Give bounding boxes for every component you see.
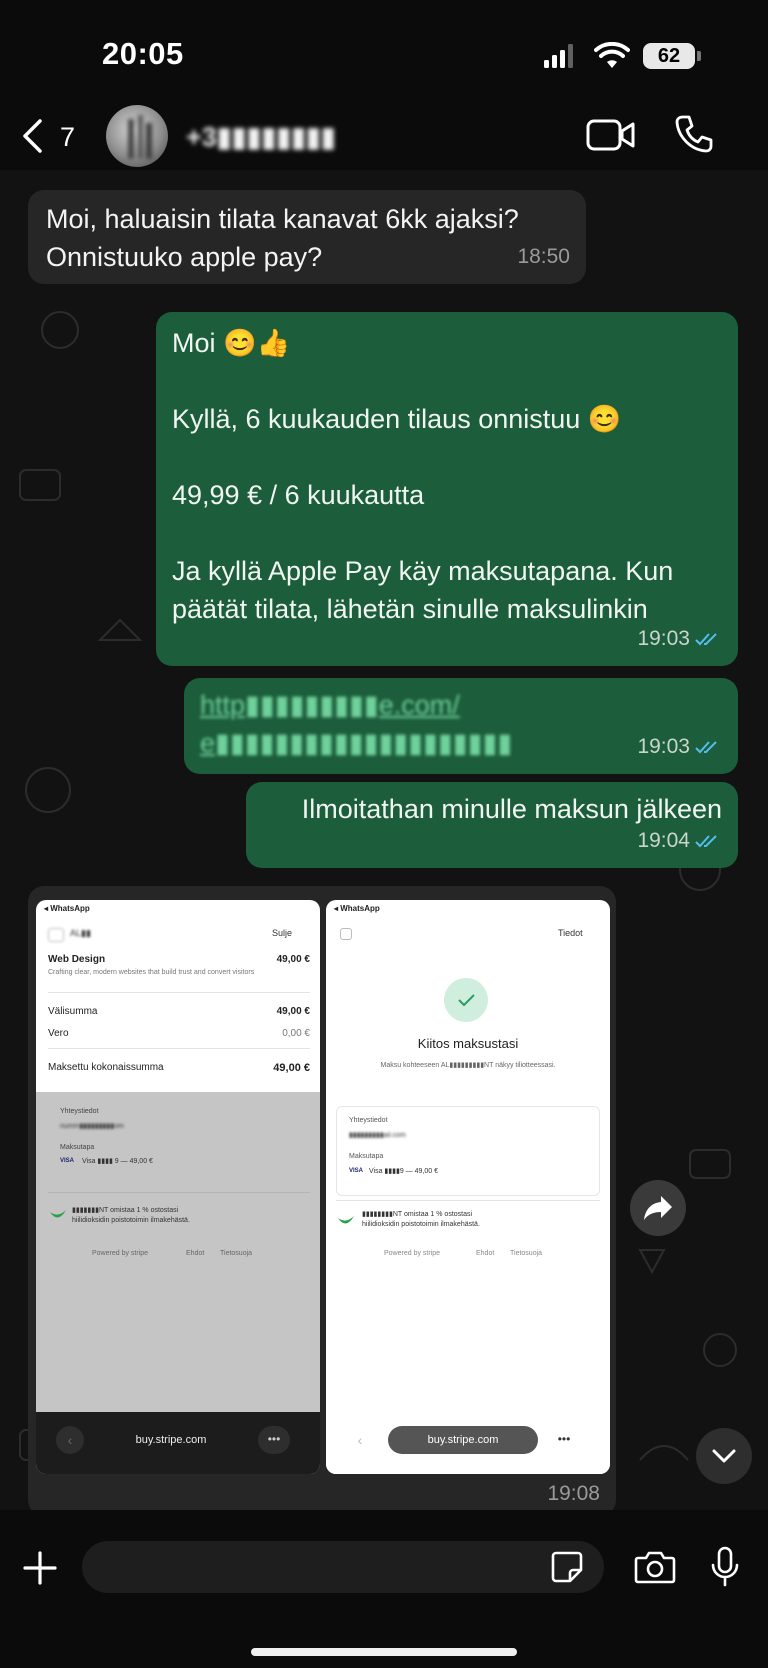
camera-icon[interactable] bbox=[634, 1548, 676, 1586]
browser-back-icon: ‹ bbox=[56, 1426, 84, 1454]
message-text: Moi, haluaisin tilata kanavat 6kk ajaksi… bbox=[46, 204, 519, 234]
tax-value: 0,00 € bbox=[282, 1028, 310, 1039]
browser-bar: ‹ buy.stripe.com ••• bbox=[326, 1412, 610, 1474]
dimmed-overlay: Yhteystiedot numm▮▮▮▮▮▮▮▮▮om Maksutapa V… bbox=[36, 1092, 320, 1412]
browser-back-icon: ‹ bbox=[357, 1432, 363, 1448]
contact-value: numm▮▮▮▮▮▮▮▮▮om bbox=[60, 1123, 124, 1130]
avatar[interactable] bbox=[106, 105, 168, 167]
message-time: 18:50 bbox=[517, 245, 570, 268]
merchant-name: AL▮▮ bbox=[70, 928, 91, 938]
message-time: 19:03 bbox=[637, 735, 690, 758]
message-text bbox=[172, 438, 722, 476]
forward-button[interactable] bbox=[630, 1180, 686, 1236]
message-outgoing[interactable]: Ilmoitathan minulle maksun jälkeen 19:04 bbox=[246, 782, 738, 868]
subtotal-value: 49,00 € bbox=[276, 1006, 310, 1017]
browser-url: buy.stripe.com bbox=[96, 1426, 246, 1454]
item-price: 49,00 € bbox=[276, 954, 310, 965]
read-ticks-icon bbox=[695, 835, 717, 848]
contact-name[interactable]: +3▮▮▮▮▮▮▮▮ bbox=[186, 122, 336, 153]
thanks-text: Maksu kohteeseen AL▮▮▮▮▮▮▮▮▮NT näkyy til… bbox=[380, 1062, 556, 1069]
leaf-icon bbox=[50, 1210, 66, 1218]
forward-icon bbox=[644, 1196, 672, 1220]
total-label: Maksettu kokonaissumma bbox=[48, 1062, 164, 1073]
message-time: 19:03 bbox=[637, 627, 690, 650]
tax-label: Vero bbox=[48, 1028, 69, 1039]
back-chevron-icon[interactable] bbox=[20, 118, 44, 154]
terms-link: Ehdot bbox=[186, 1250, 205, 1257]
plus-icon[interactable] bbox=[22, 1550, 58, 1586]
browser-more-icon: ••• bbox=[258, 1426, 290, 1454]
message-incoming[interactable]: Moi, haluaisin tilata kanavat 6kk ajaksi… bbox=[28, 190, 586, 284]
microphone-icon[interactable] bbox=[710, 1546, 740, 1588]
video-call-icon[interactable] bbox=[586, 118, 636, 152]
message-text: 49,99 € / 6 kuukautta bbox=[172, 480, 425, 510]
home-indicator bbox=[251, 1648, 517, 1656]
payment-details-box: Yhteystiedot ▮▮▮▮▮▮▮▮▮ail.com Maksutapa … bbox=[336, 1106, 600, 1196]
visa-icon: VISA bbox=[349, 1168, 364, 1174]
climate-text: ▮▮▮▮▮▮▮▮NT omistaa 1 % ostostasi bbox=[362, 1211, 473, 1218]
scroll-to-bottom-button[interactable] bbox=[696, 1428, 752, 1484]
status-time: 20:05 bbox=[102, 36, 184, 71]
back-unread-count[interactable]: 7 bbox=[60, 122, 75, 153]
leaf-icon bbox=[338, 1216, 354, 1224]
message-text bbox=[172, 362, 722, 400]
card-value: Visa ▮▮▮▮ 9 — 49,00 € bbox=[82, 1158, 153, 1165]
thanks-title: Kiitos maksustasi bbox=[417, 1036, 519, 1051]
screenshot-receipt[interactable]: ◂ WhatsApp AL▮▮ Sulje Web Design 49,00 €… bbox=[36, 900, 320, 1474]
browser-url: buy.stripe.com bbox=[388, 1426, 538, 1454]
close-link: Sulje bbox=[272, 928, 293, 938]
battery-indicator: 62 bbox=[643, 43, 695, 69]
climate-text-2: hiilidioksidin poistotoimin ilmakehästä. bbox=[72, 1217, 190, 1224]
success-check-icon bbox=[444, 978, 488, 1022]
method-label: Maksutapa bbox=[349, 1153, 384, 1160]
screenshot-status: ◂ WhatsApp bbox=[334, 904, 380, 913]
cellular-signal-icon bbox=[544, 44, 576, 68]
item-name: Web Design bbox=[48, 954, 106, 965]
terms-link: Ehdot bbox=[476, 1250, 495, 1257]
subtotal-label: Välisumma bbox=[48, 1006, 98, 1017]
privacy-link: Tietosuoja bbox=[510, 1250, 543, 1257]
chevron-down-icon bbox=[712, 1449, 736, 1463]
screenshot-status: ◂ WhatsApp bbox=[44, 904, 90, 913]
contact-value: ▮▮▮▮▮▮▮▮▮ail.com bbox=[349, 1132, 406, 1139]
message-outgoing-link[interactable]: http▮▮▮▮▮▮▮▮▮e.com/ e▮▮▮▮▮▮▮▮▮▮▮▮▮▮▮▮▮▮▮… bbox=[184, 678, 738, 774]
phone-icon[interactable] bbox=[674, 114, 714, 154]
message-text: Kyllä, 6 kuukauden tilaus onnistuu 😊 bbox=[172, 404, 622, 434]
powered-by-stripe: Powered by stripe bbox=[92, 1250, 149, 1257]
message-text bbox=[172, 514, 722, 552]
read-ticks-icon bbox=[695, 633, 717, 646]
message-time: 19:04 bbox=[637, 829, 690, 852]
merchant-logo bbox=[340, 928, 352, 940]
browser-bar: ‹ buy.stripe.com ••• bbox=[36, 1412, 320, 1474]
method-label: Maksutapa bbox=[60, 1144, 95, 1151]
wifi-icon bbox=[594, 42, 630, 68]
browser-more-icon: ••• bbox=[557, 1432, 571, 1446]
privacy-link: Tietosuoja bbox=[220, 1250, 253, 1257]
merchant-logo bbox=[48, 928, 64, 942]
message-text: Onnistuuko apple pay? bbox=[46, 242, 323, 272]
contact-label: Yhteystiedot bbox=[60, 1108, 99, 1115]
sticker-icon[interactable] bbox=[550, 1550, 584, 1584]
contact-label: Yhteystiedot bbox=[349, 1117, 388, 1124]
climate-text-2: hiilidioksidin poistotoimin ilmakehästä. bbox=[362, 1221, 480, 1228]
climate-text: ▮▮▮▮▮▮▮NT omistaa 1 % ostostasi bbox=[72, 1207, 179, 1214]
message-text: Ja kyllä Apple Pay käy maksutapana. Kun bbox=[172, 556, 674, 586]
total-value: 49,00 € bbox=[273, 1062, 310, 1074]
message-input[interactable] bbox=[82, 1541, 604, 1593]
card-value: Visa ▮▮▮▮9 — 49,00 € bbox=[369, 1168, 438, 1175]
message-time: 19:08 bbox=[547, 1482, 600, 1505]
battery-cap bbox=[697, 51, 701, 61]
visa-icon: VISA bbox=[60, 1158, 75, 1164]
screenshot-payment-confirmation[interactable]: ◂ WhatsApp Tiedot Kiitos maksustasi Maks… bbox=[326, 900, 610, 1474]
payment-link[interactable]: http▮▮▮▮▮▮▮▮▮e.com/ bbox=[200, 686, 722, 724]
message-text: Moi 😊👍 bbox=[172, 328, 291, 358]
powered-by-stripe: Powered by stripe bbox=[384, 1250, 441, 1257]
item-description: Crafting clear, modern websites that bui… bbox=[48, 969, 255, 976]
message-outgoing[interactable]: Moi 😊👍 Kyllä, 6 kuukauden tilaus onnistu… bbox=[156, 312, 738, 666]
details-link: Tiedot bbox=[558, 928, 583, 938]
read-ticks-icon bbox=[695, 741, 717, 754]
